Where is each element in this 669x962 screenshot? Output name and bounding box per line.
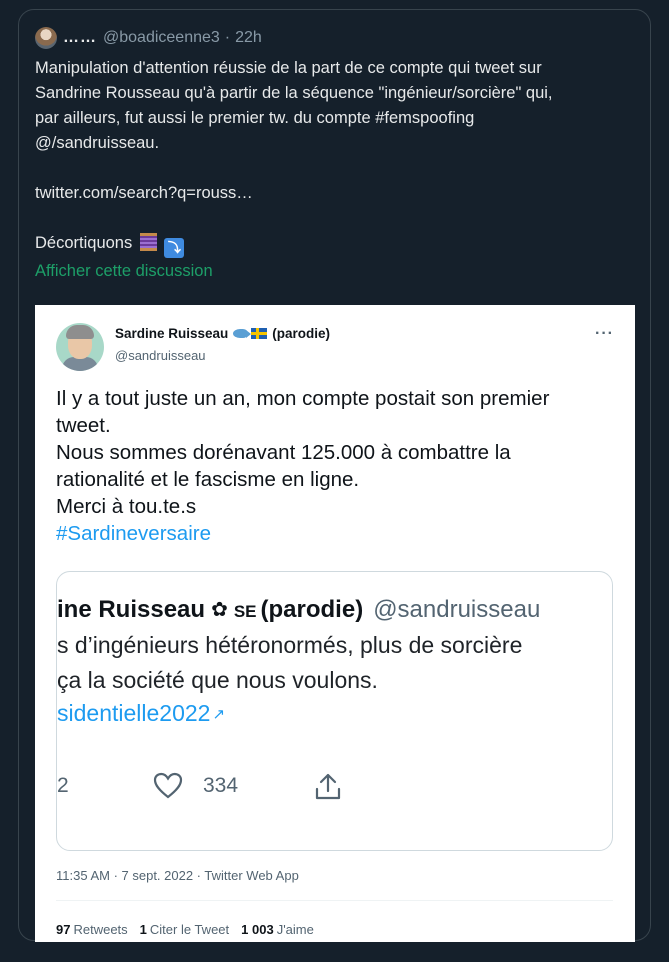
quoted-parody-label: (parodie) <box>260 596 364 623</box>
author-avatar[interactable] <box>35 27 57 49</box>
tweet-link[interactable]: twitter.com/search?q=rouss… <box>35 181 640 206</box>
quoted-actions: 2 334 <box>57 772 612 802</box>
tweet-timestamp[interactable]: 22h <box>235 29 262 47</box>
quoted-handle: @sandruisseau <box>373 596 541 623</box>
embedded-hashtag: #Sardineversaire <box>56 522 211 545</box>
embedded-display-name: Sardine Ruisseau <box>115 326 229 341</box>
gear-icon: ✿ <box>211 599 228 621</box>
embedded-avatar <box>56 323 104 371</box>
embedded-tweet-body: Il y a tout juste un an, mon compte post… <box>56 385 616 547</box>
tweet-card[interactable]: …… @boadiceenne3 · 22h Manipulation d'at… <box>18 9 651 942</box>
embedded-parody-label: (parodie) <box>272 326 331 341</box>
quoted-text-line: ça la société que nous voulons. <box>57 667 378 693</box>
embedded-text-line: tweet. <box>56 414 111 437</box>
embedded-timestamp: 11:35 AM · 7 sept. 2022 · Twitter Web Ap… <box>56 868 299 883</box>
closing-text: Décortiquons <box>35 234 133 252</box>
retweets-stat: 97 Retweets <box>56 922 128 937</box>
arrow-down-icon: ⤵ <box>164 237 185 258</box>
thread-spool-icon <box>139 233 157 251</box>
quoted-hashtag-line: sidentielle2022 ↗ <box>57 700 225 727</box>
sweden-flag-icon <box>251 328 268 339</box>
tweet-closing-line: Décortiquons ⤵ <box>35 231 640 258</box>
author-handle[interactable]: @boadiceenne3 <box>103 29 220 47</box>
quoted-like-count: 334 <box>203 774 239 797</box>
share-icon <box>313 772 343 807</box>
tweet-text-line: Manipulation d'attention réussie de la p… <box>35 59 542 77</box>
embedded-text-line: Merci à tou.te.s <box>56 495 197 518</box>
quotes-stat: 1 Citer le Tweet <box>139 922 230 937</box>
likes-stat: 1 003 J'aime <box>241 922 314 937</box>
quoted-header: ine Ruisseau ✿ SE (parodie) @sandruisseau <box>57 596 540 624</box>
tweet-text-line: Sandrine Rousseau qu'à partir de la séqu… <box>35 84 553 102</box>
embedded-text-line: Nous sommes dorénavant 125.000 à combatt… <box>56 441 511 464</box>
show-thread-link[interactable]: Afficher cette discussion <box>35 262 213 281</box>
quoted-text-line: s d’ingénieurs hétéronormés, plus de sor… <box>57 632 523 658</box>
embedded-screenshot[interactable]: Sardine Ruisseau (parodie) @sandruisseau… <box>35 305 635 942</box>
fish-icon <box>233 329 252 338</box>
quoted-hashtag: sidentielle2022 <box>57 700 211 726</box>
embedded-text-line: rationalité et le fascisme en ligne. <box>56 468 360 491</box>
embedded-text-line: Il y a tout juste un an, mon compte post… <box>56 387 550 410</box>
quoted-display-name: ine Ruisseau <box>57 596 206 623</box>
quoted-country-code: SE <box>233 602 257 621</box>
embedded-stats: 97 Retweets 1 Citer le Tweet 1 003 J'aime <box>56 922 314 937</box>
external-link-icon: ↗ <box>212 706 226 723</box>
author-display-name[interactable]: …… <box>63 29 97 47</box>
tweet-text-line: par ailleurs, fut aussi le premier tw. d… <box>35 109 475 127</box>
tweet-text-line: @/sandruisseau. <box>35 134 160 152</box>
tweet-body: Manipulation d'attention réussie de la p… <box>35 56 640 258</box>
quoted-tweet: ine Ruisseau ✿ SE (parodie) @sandruisseau s … <box>56 571 613 851</box>
heart-icon <box>153 772 183 805</box>
divider <box>56 900 613 901</box>
header-separator: · <box>224 29 231 46</box>
more-icon: ··· <box>595 325 614 342</box>
embedded-name-row: Sardine Ruisseau (parodie) <box>115 326 330 341</box>
tweet-header: …… @boadiceenne3 · 22h <box>35 26 262 50</box>
quoted-retweet-count: 2 <box>57 774 69 797</box>
embedded-handle: @sandruisseau <box>115 348 206 363</box>
